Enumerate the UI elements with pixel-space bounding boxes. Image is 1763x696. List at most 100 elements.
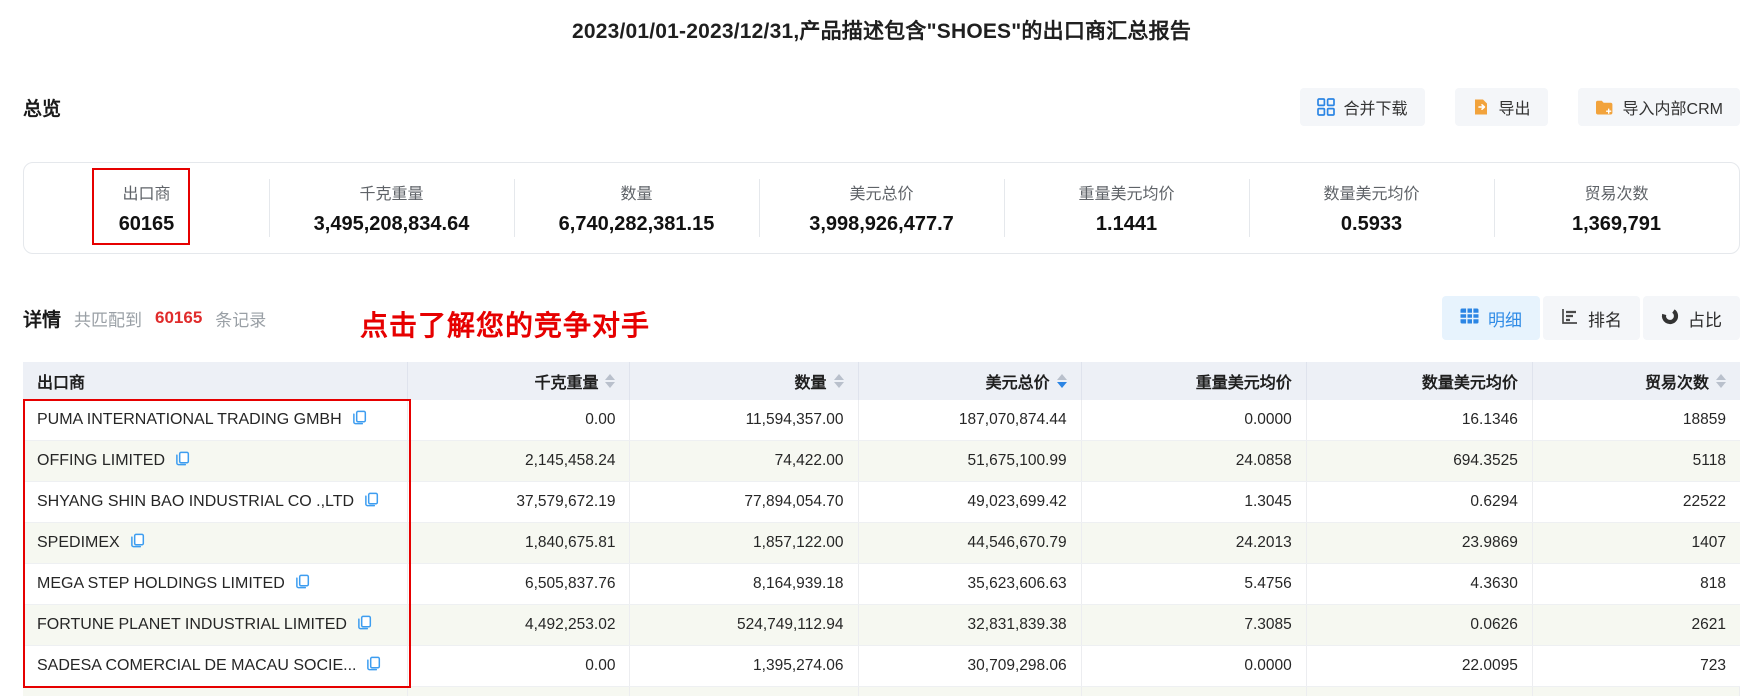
column-header-kg-weight[interactable]: 千克重量 (408, 362, 631, 400)
quantity-cell: 8,164,939.18 (630, 564, 859, 604)
merge-download-button[interactable]: 合并下载 (1299, 88, 1425, 126)
stat-value: 3,998,926,477.7 (809, 213, 954, 235)
column-header-trade-count[interactable]: 贸易次数 (1533, 362, 1740, 400)
column-header-label: 千克重量 (534, 375, 599, 392)
stat-label: 美元总价 (849, 186, 914, 203)
usd-per-qty-cell: 16.1346 (1307, 400, 1533, 440)
export-label: 导出 (1498, 101, 1531, 118)
usd-per-kg-cell: 1.3045 (1082, 482, 1307, 522)
usd-per-qty-cell: 0.6294 (1307, 482, 1533, 522)
usd-total-cell: 187,070,874.44 (859, 400, 1082, 440)
usd-per-qty-cell: 0.0626 (1307, 605, 1533, 645)
table-row: FORTUNE PLANET INDUSTRIAL LIMITED 4,492,… (23, 605, 1740, 646)
copy-icon[interactable] (364, 492, 379, 512)
donut-chart-icon (1661, 307, 1679, 330)
view-tab-share[interactable]: 占比 (1643, 296, 1740, 340)
column-header-label: 贸易次数 (1645, 375, 1710, 392)
view-tab-label: 排名 (1588, 310, 1622, 330)
kg-weight-cell: 2,145,458.24 (408, 441, 631, 481)
view-tab-ranking[interactable]: 排名 (1543, 296, 1640, 340)
quantity-cell: 1,857,122.00 (630, 523, 859, 563)
exporter-name[interactable]: SPEDIMEX (37, 534, 120, 552)
sort-icon[interactable] (605, 374, 616, 388)
import-crm-label: 导入内部CRM (1622, 101, 1723, 118)
exporter-name-cell[interactable]: SADESA COMERCIAL DE MACAU SOCIE... (23, 646, 409, 686)
exporter-name-cell[interactable]: SPEDIMEX (23, 523, 409, 563)
stat-label: 数量 (620, 186, 653, 203)
exporter-name[interactable]: MEGA STEP HOLDINGS LIMITED (37, 575, 285, 593)
exporter-name-cell[interactable]: MEGA STEP HOLDINGS LIMITED (23, 564, 409, 604)
copy-icon[interactable] (130, 533, 145, 553)
copy-icon[interactable] (357, 615, 372, 635)
exporter-name[interactable]: FORTUNE PLANET INDUSTRIAL LIMITED (37, 616, 347, 634)
match-suffix: 条记录 (215, 310, 267, 330)
trade-count-cell: 22522 (1682, 493, 1727, 510)
stat-label: 贸易次数 (1584, 186, 1649, 203)
exporter-name[interactable]: SHYANG SHIN BAO INDUSTRIAL CO .,LTD (37, 493, 354, 511)
column-header-exporter: 出口商 (23, 362, 409, 400)
exporter-name[interactable]: OFFING LIMITED (37, 452, 165, 470)
overview-section-title: 总览 (23, 98, 62, 120)
usd-total-cell: 44,546,670.79 (859, 523, 1082, 563)
match-count: 60165 (155, 308, 203, 327)
exporter-name-cell[interactable]: PUMA INTERNATIONAL TRADING GMBH (23, 400, 409, 440)
exporters-table: 出口商 千克重量 数量 美元总价 重量美元均价 数量美元均价 贸易次数 PUMA… (23, 362, 1741, 696)
copy-icon[interactable] (352, 410, 367, 430)
quantity-cell: 524,749,112.94 (630, 605, 859, 645)
column-header-usd-per-qty: 数量美元均价 (1307, 362, 1533, 400)
details-left: 详情 共匹配到 60165 条记录 (23, 305, 266, 332)
empty-cell (859, 687, 1082, 696)
import-crm-button[interactable]: 导入内部CRM (1577, 88, 1740, 126)
trade-count-cell: 5118 (1692, 452, 1727, 469)
usd-per-qty-cell: 4.3630 (1307, 564, 1533, 604)
usd-total-cell: 49,023,699.42 (859, 482, 1082, 522)
table-row: PUMA INTERNATIONAL TRADING GMBH 0.00 11,… (23, 400, 1740, 441)
exporter-name-cell[interactable]: FORTUNE PLANET INDUSTRIAL LIMITED (23, 605, 409, 645)
empty-cell (1307, 687, 1533, 696)
stat-trade-count: 贸易次数 1,369,791 (1494, 163, 1739, 253)
sort-icon[interactable] (833, 374, 844, 388)
column-header-usd-total[interactable]: 美元总价 (859, 362, 1082, 400)
sort-icon[interactable] (1716, 374, 1727, 388)
usd-per-kg-cell: 0.0000 (1082, 646, 1307, 686)
usd-per-kg-cell: 24.0858 (1082, 441, 1307, 481)
trade-count-cell: 723 (1700, 657, 1727, 674)
exporter-name-cell[interactable]: SHYANG SHIN BAO INDUSTRIAL CO .,LTD (23, 482, 409, 522)
usd-total-cell: 30,709,298.06 (859, 646, 1082, 686)
quantity-cell: 11,594,357.00 (630, 400, 859, 440)
usd-per-qty-cell: 22.0095 (1307, 646, 1533, 686)
merge-download-icon (1316, 98, 1335, 116)
usd-total-cell: 51,675,100.99 (859, 441, 1082, 481)
view-switcher: 明细 排名 占比 (1442, 296, 1740, 340)
exporter-name[interactable]: PUMA INTERNATIONAL TRADING GMBH (37, 411, 342, 429)
overview-stats-panel: 出口商 60165 千克重量 3,495,208,834.64 数量 6,740… (23, 162, 1740, 254)
table-row: MEGA STEP HOLDINGS LIMITED 6,505,837.76 … (23, 564, 1740, 605)
empty-cell (23, 687, 409, 696)
exporter-name[interactable]: SADESA COMERCIAL DE MACAU SOCIE... (37, 657, 356, 675)
table-row: SADESA COMERCIAL DE MACAU SOCIE... 0.00 … (23, 646, 1740, 687)
stat-usd-per-qty: 数量美元均价 0.5933 (1249, 163, 1494, 253)
copy-icon[interactable] (366, 656, 381, 676)
stat-kg-weight: 千克重量 3,495,208,834.64 (269, 163, 514, 253)
stat-value: 1,369,791 (1572, 213, 1661, 235)
view-tab-detail[interactable]: 明细 (1442, 296, 1540, 340)
stat-label: 重量美元均价 (1078, 186, 1175, 203)
usd-per-kg-cell: 24.2013 (1082, 523, 1307, 563)
column-header-quantity[interactable]: 数量 (630, 362, 859, 400)
table-row: SPEDIMEX 1,840,675.81 1,857,122.00 44,54… (23, 523, 1740, 564)
export-icon (1472, 98, 1490, 116)
usd-total-cell: 32,831,839.38 (859, 605, 1082, 645)
kg-weight-cell: 6,505,837.76 (408, 564, 631, 604)
stat-label: 出口商 (122, 186, 171, 203)
export-button[interactable]: 导出 (1454, 88, 1548, 126)
copy-icon[interactable] (175, 451, 190, 471)
import-crm-icon (1595, 99, 1614, 116)
sort-icon-active-desc[interactable] (1056, 374, 1067, 388)
usd-per-qty-cell: 23.9869 (1307, 523, 1533, 563)
empty-cell (1533, 687, 1741, 696)
exporter-name-cell[interactable]: OFFING LIMITED (23, 441, 409, 481)
details-section-title: 详情 (23, 309, 62, 331)
stat-value: 0.5933 (1340, 213, 1403, 235)
copy-icon[interactable] (295, 574, 310, 594)
quantity-cell: 77,894,054.70 (630, 482, 859, 522)
